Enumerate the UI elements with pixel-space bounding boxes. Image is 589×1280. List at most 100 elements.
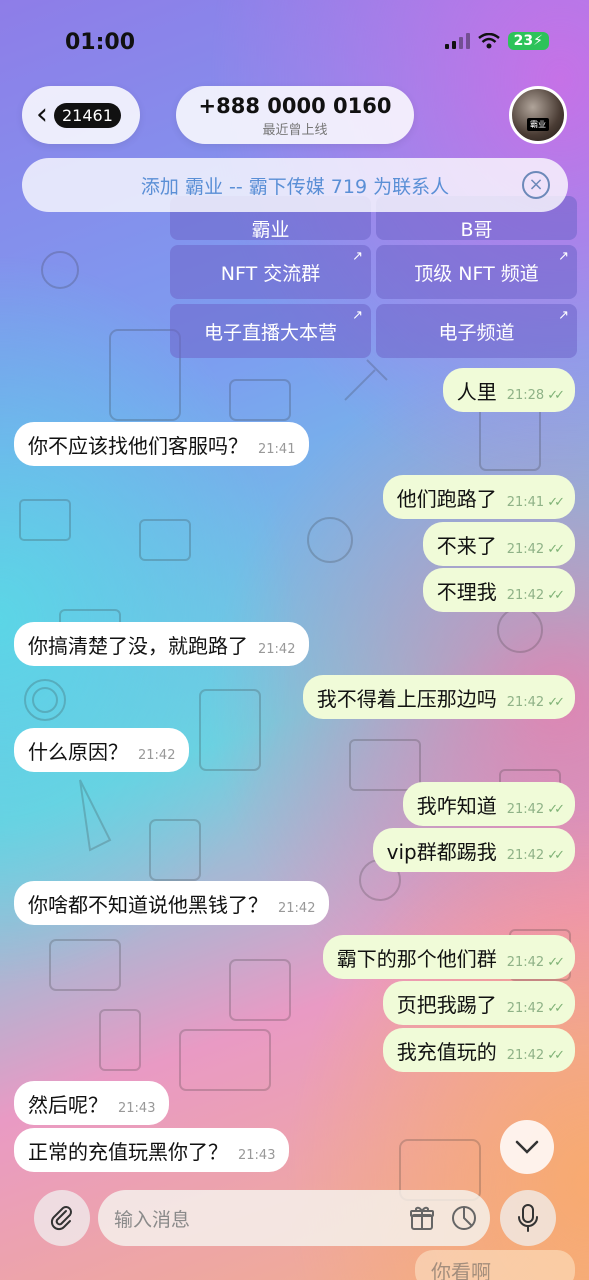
message-incoming[interactable]: 你搞清楚了没，就跑路了 21:42: [14, 622, 310, 666]
message-incoming[interactable]: 正常的充值玩黑你了？ 21:43: [14, 1128, 290, 1172]
external-link-icon: ↗: [558, 308, 569, 323]
message-input-placeholder: 输入消息: [114, 1208, 191, 1231]
kb-button-label: 电子频道: [438, 321, 515, 344]
read-check-icon: ✓✓: [547, 587, 565, 603]
message-outgoing[interactable]: 我咋知道 21:42 ✓✓: [402, 782, 575, 826]
external-link-icon: ↗: [558, 249, 569, 264]
message-time: 21:41: [258, 441, 296, 457]
message-input[interactable]: 输入消息: [98, 1190, 490, 1246]
read-check-icon: ✓✓: [547, 1047, 565, 1063]
message-outgoing[interactable]: 页把我踢了 21:42 ✓✓: [382, 981, 575, 1025]
message-time: 21:42: [506, 541, 545, 557]
avatar-tag: 霸业: [527, 118, 549, 131]
chat-title-phone: +888 0000 0160: [198, 94, 392, 118]
message-time: 21:42: [506, 954, 545, 970]
scroll-to-bottom-button[interactable]: [500, 1120, 554, 1174]
message-text: vip群都踢我: [386, 839, 497, 864]
message-time: 21:28: [506, 387, 545, 403]
message-incoming[interactable]: 什么原因？ 21:42: [14, 728, 190, 772]
battery-level: 23: [513, 33, 534, 49]
message-time: 21:43: [238, 1147, 276, 1163]
kb-button-e-channel[interactable]: 电子频道 ↗: [376, 304, 577, 358]
message-time: 21:42: [506, 847, 545, 863]
message-time: 21:42: [506, 1000, 545, 1016]
message-outgoing[interactable]: vip群都踢我 21:42 ✓✓: [372, 828, 575, 872]
message-time: 21:42: [138, 747, 176, 763]
message-text: 我不得着上压那边吗: [316, 686, 497, 711]
read-check-icon: ✓✓: [547, 847, 565, 863]
message-outgoing[interactable]: 他们跑路了 21:41 ✓✓: [382, 475, 575, 519]
message-text: 霸下的那个他们群: [336, 946, 497, 971]
message-text: 页把我踢了: [396, 992, 497, 1017]
chevron-left-icon: ‹: [36, 97, 48, 132]
kb-button-label: NFT 交流群: [220, 262, 321, 285]
add-contact-banner[interactable]: 添加 霸业 -- 霸下传媒 719 为联系人 ×: [22, 158, 568, 212]
paperclip-icon: [50, 1206, 72, 1231]
read-check-icon: ✓✓: [547, 694, 565, 710]
sticker-icon[interactable]: [450, 1204, 478, 1232]
wifi-icon: [477, 33, 500, 49]
message-text: 你啥都不知道说他黑钱了？: [28, 892, 268, 917]
back-button[interactable]: ‹ 21461: [22, 86, 140, 144]
kb-button-nft-channel[interactable]: 顶级 NFT 频道 ↗: [376, 245, 577, 299]
chat-title[interactable]: +888 0000 0160 最近曾上线: [176, 86, 414, 144]
message-outgoing[interactable]: 不来了 21:42 ✓✓: [422, 522, 575, 566]
message-time: 21:42: [258, 641, 296, 657]
kb-button-label: 霸业: [251, 218, 290, 241]
unread-count-badge: 21461: [54, 102, 121, 128]
external-link-icon: ↗: [352, 249, 363, 264]
kb-button-label: B哥: [460, 218, 493, 241]
message-time: 21:43: [118, 1100, 156, 1116]
add-contact-text: 添加 霸业 -- 霸下传媒 719 为联系人: [140, 175, 450, 198]
message-text: 不来了: [436, 533, 497, 558]
microphone-icon: [518, 1204, 538, 1232]
message-text: 我咋知道: [416, 793, 497, 818]
message-time: 21:42: [506, 694, 545, 710]
message-time: 21:42: [278, 900, 316, 916]
status-time: 01:00: [65, 30, 136, 55]
message-outgoing[interactable]: 不理我 21:42 ✓✓: [422, 568, 575, 612]
read-check-icon: ✓✓: [547, 1000, 565, 1016]
read-check-icon: ✓✓: [547, 494, 565, 510]
kb-button-label: 电子直播大本营: [203, 321, 337, 344]
message-text: 什么原因？: [28, 739, 128, 764]
close-icon[interactable]: ×: [522, 171, 550, 199]
message-text: 他们跑路了: [396, 486, 497, 511]
message-outgoing[interactable]: 我充值玩的 21:42 ✓✓: [382, 1028, 575, 1072]
message-outgoing[interactable]: 霸下的那个他们群 21:42 ✓✓: [322, 935, 575, 979]
message-outgoing[interactable]: 人里 21:28 ✓✓: [442, 368, 575, 412]
message-text: 正常的充值玩黑你了？: [28, 1139, 228, 1164]
message-peek-text: 你看啊: [431, 1260, 491, 1280]
status-indicators: 23⚡: [444, 32, 549, 50]
gift-icon[interactable]: [408, 1204, 436, 1232]
message-text: 我充值玩的: [396, 1039, 497, 1064]
message-outgoing[interactable]: 我不得着上压那边吗 21:42 ✓✓: [302, 675, 575, 719]
signal-icon: [444, 33, 470, 49]
message-text: 然后呢？: [28, 1092, 108, 1117]
last-seen-status: 最近曾上线: [262, 123, 328, 138]
message-text: 你搞清楚了没，就跑路了: [28, 633, 248, 658]
message-incoming[interactable]: 你啥都不知道说他黑钱了？ 21:42: [14, 881, 330, 925]
message-time: 21:42: [506, 801, 545, 817]
voice-record-button[interactable]: [500, 1190, 556, 1246]
read-check-icon: ✓✓: [547, 954, 565, 970]
external-link-icon: ↗: [352, 308, 363, 323]
message-time: 21:42: [506, 1047, 545, 1063]
message-peek: 你看啊: [415, 1250, 575, 1280]
message-time: 21:42: [506, 587, 545, 603]
chevron-down-icon: [515, 1140, 539, 1154]
message-text: 不理我: [436, 579, 497, 604]
kb-button-live-camp[interactable]: 电子直播大本营 ↗: [170, 304, 371, 358]
message-text: 人里: [456, 379, 497, 404]
read-check-icon: ✓✓: [547, 801, 565, 817]
message-incoming[interactable]: 你不应该找他们客服吗？ 21:41: [14, 422, 310, 466]
avatar[interactable]: 霸业: [509, 86, 567, 144]
read-check-icon: ✓✓: [547, 387, 565, 403]
message-incoming[interactable]: 然后呢？ 21:43: [14, 1081, 170, 1125]
read-check-icon: ✓✓: [547, 541, 565, 557]
attach-button[interactable]: [34, 1190, 90, 1246]
kb-button-nft-group[interactable]: NFT 交流群 ↗: [170, 245, 371, 299]
message-text: 你不应该找他们客服吗？: [28, 433, 248, 458]
battery-icon: 23⚡: [507, 32, 549, 50]
kb-button-label: 顶级 NFT 频道: [414, 262, 539, 285]
